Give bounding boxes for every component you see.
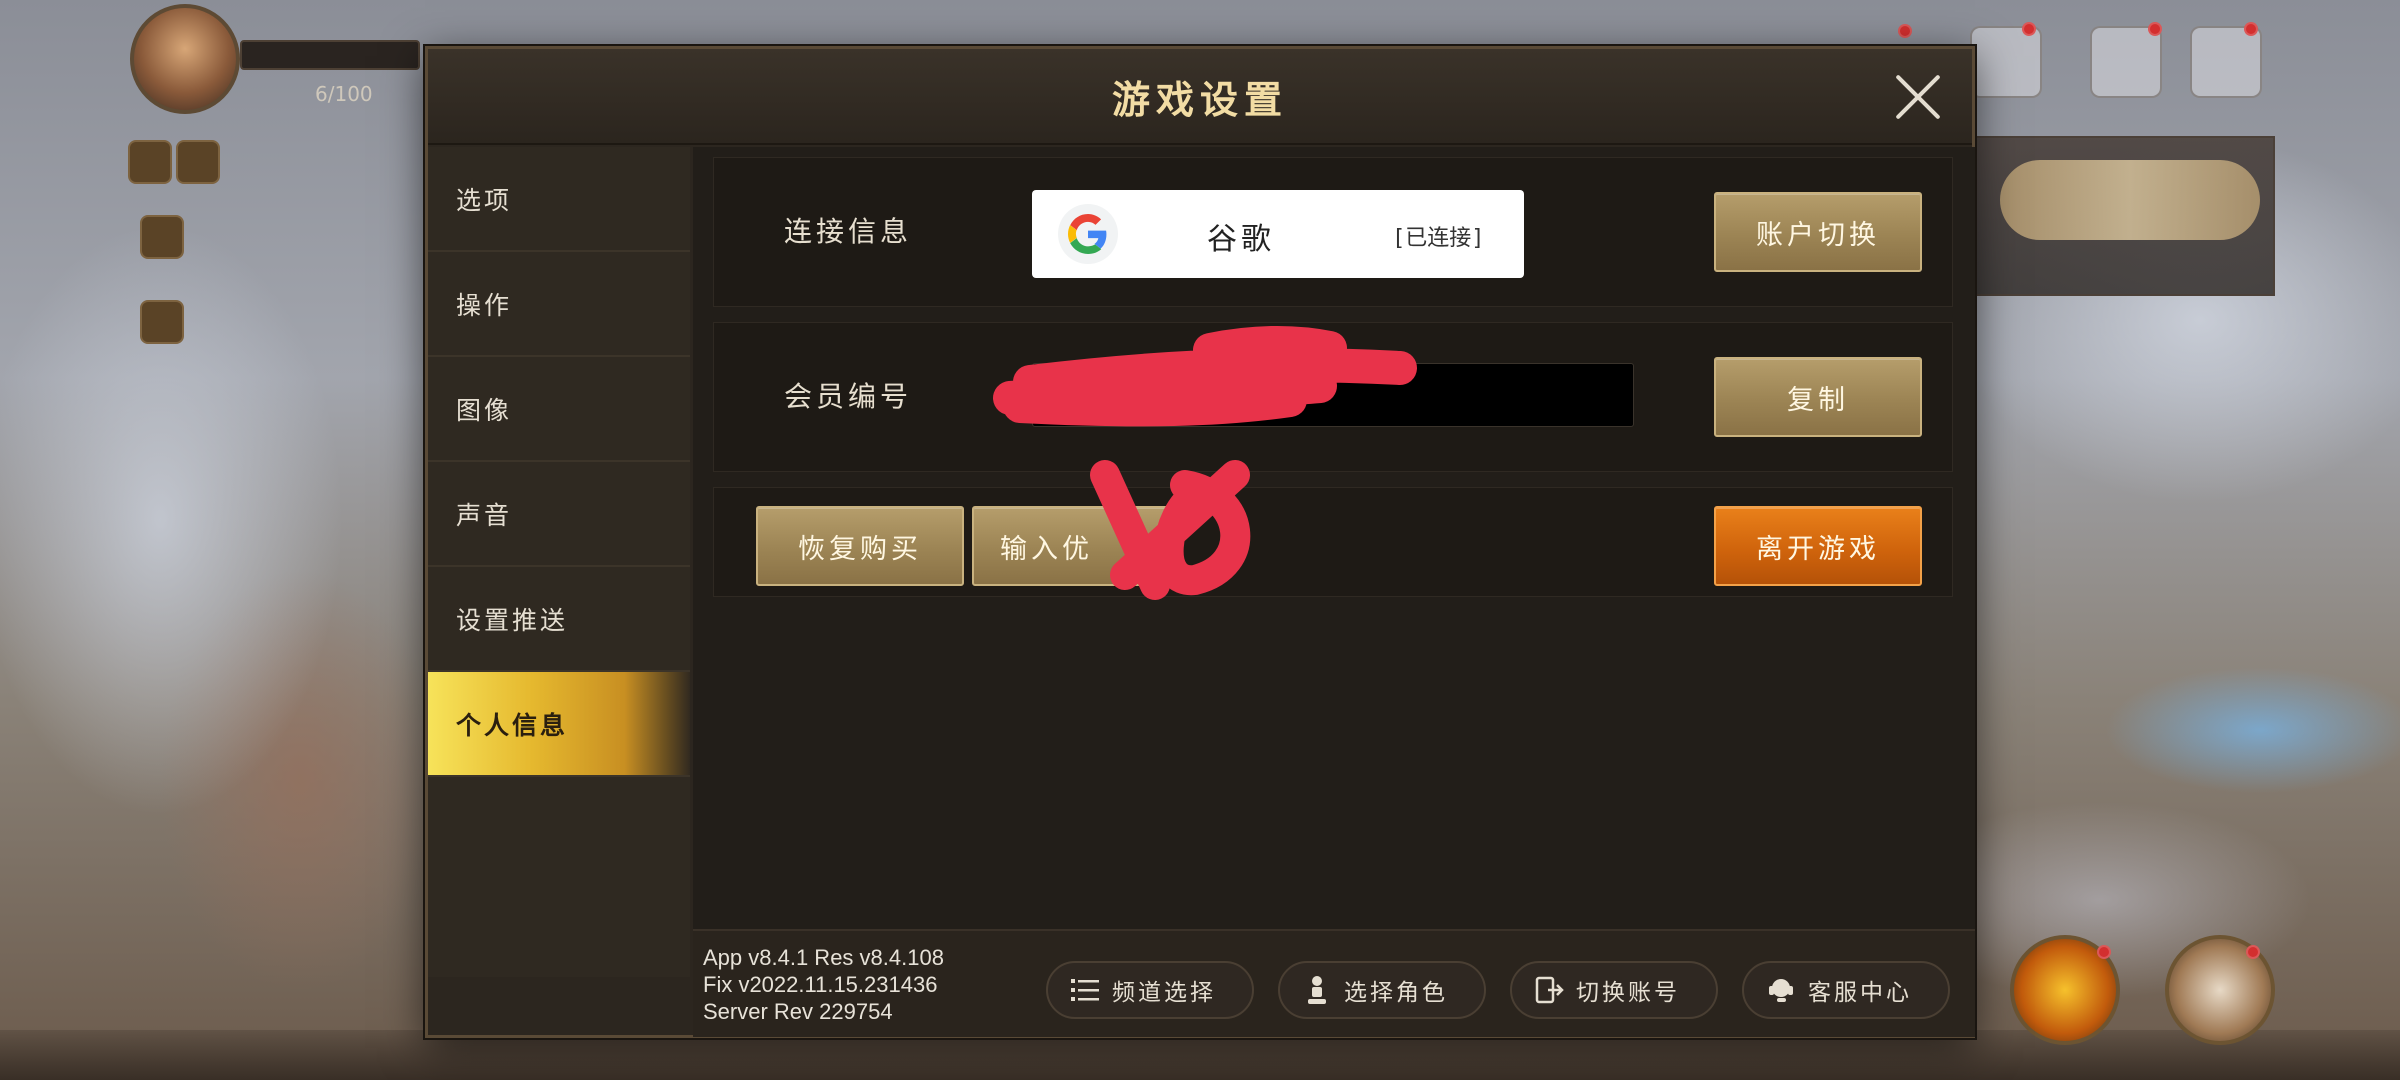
player-status-bar <box>240 40 420 70</box>
member-id-field <box>1032 363 1634 427</box>
notification-dot <box>2246 945 2260 959</box>
character-icon <box>1302 975 1332 1005</box>
fix-version-text: Fix v2022.11.15.231436 <box>703 972 938 997</box>
settings-sidebar: 选项 操作 图像 声音 设置推送 个人信息 <box>428 147 690 977</box>
notification-dot <box>2148 22 2162 36</box>
notification-dot <box>2244 22 2258 36</box>
google-provider-name: 谷歌 <box>1207 222 1275 257</box>
google-account-card: 谷歌 [已连接] <box>1032 190 1524 278</box>
sidebar-item-label: 声音 <box>456 500 513 530</box>
settings-content: 连接信息 谷歌 [已连接] 账户切换 会员编号 复制 恢复购买 输入优 离开游戏 <box>693 147 1975 977</box>
app-version-text: App v8.4.1 Res v8.4.108 <box>703 945 944 970</box>
connection-status: [已连接] <box>1392 226 1485 251</box>
close-button[interactable] <box>1892 71 1944 123</box>
dialog-title: 游戏设置 <box>1111 77 1288 122</box>
notification-dot <box>1898 24 1912 38</box>
quest-scroll-icon[interactable] <box>140 215 184 259</box>
sidebar-item-personal-info[interactable]: 个人信息 <box>428 672 690 777</box>
sidebar-item-graphics[interactable]: 图像 <box>428 357 690 462</box>
skill-icon[interactable] <box>140 300 184 344</box>
connection-label: 连接信息 <box>784 215 913 248</box>
player-hp-text: 6/100 <box>315 82 373 106</box>
customer-service-button[interactable]: 客服中心 <box>1742 961 1950 1019</box>
dialog-header: 游戏设置 <box>428 49 1972 145</box>
sidebar-item-label: 设置推送 <box>456 605 569 635</box>
pill-label: 客服中心 <box>1808 980 1912 1006</box>
switch-account-pill-button[interactable]: 切换账号 <box>1510 961 1718 1019</box>
hud-menu-icon[interactable] <box>1970 26 2042 98</box>
list-icon <box>1070 975 1100 1005</box>
switch-account-icon <box>1534 975 1564 1005</box>
buff-icon <box>128 140 172 184</box>
notification-dot <box>2022 22 2036 36</box>
member-label: 会员编号 <box>784 380 913 413</box>
player-avatar[interactable] <box>130 4 240 114</box>
copy-button[interactable]: 复制 <box>1714 357 1922 437</box>
server-revision-text: Server Rev 229754 <box>703 999 893 1024</box>
mail-icon[interactable] <box>2090 26 2162 98</box>
switch-account-button[interactable]: 账户切换 <box>1714 192 1922 272</box>
pill-label: 频道选择 <box>1112 980 1216 1006</box>
settings-footer: App v8.4.1 Res v8.4.108 Fix v2022.11.15.… <box>693 929 1975 1037</box>
sidebar-item-label: 个人信息 <box>456 710 569 740</box>
sidebar-item-push-settings[interactable]: 设置推送 <box>428 567 690 672</box>
sidebar-item-sound[interactable]: 声音 <box>428 462 690 567</box>
actions-row: 恢复购买 输入优 离开游戏 <box>713 487 1953 597</box>
restore-purchase-button[interactable]: 恢复购买 <box>756 506 964 586</box>
channel-select-button[interactable]: 频道选择 <box>1046 961 1254 1019</box>
enter-coupon-button[interactable]: 输入优 <box>972 506 1180 586</box>
connection-row: 连接信息 谷歌 [已连接] 账户切换 <box>713 157 1953 307</box>
sidebar-item-label: 操作 <box>456 290 513 320</box>
sidebar-item-options[interactable]: 选项 <box>428 147 690 252</box>
sidebar-item-controls[interactable]: 操作 <box>428 252 690 357</box>
leave-game-button[interactable]: 离开游戏 <box>1714 506 1922 586</box>
member-row: 会员编号 复制 <box>713 322 1953 472</box>
sidebar-item-label: 选项 <box>456 185 513 215</box>
pill-label: 选择角色 <box>1344 980 1448 1006</box>
character-select-button[interactable]: 选择角色 <box>1278 961 1486 1019</box>
minimap-route <box>2000 160 2260 240</box>
buff-icon <box>176 140 220 184</box>
notification-dot <box>2097 945 2111 959</box>
game-settings-dialog: 游戏设置 选项 操作 图像 声音 设置推送 个人信息 连接信息 谷歌 [已连接]… <box>425 46 1975 1038</box>
hamburger-menu-icon[interactable] <box>2190 26 2262 98</box>
google-icon <box>1058 204 1118 264</box>
pill-label: 切换账号 <box>1576 980 1680 1006</box>
support-icon <box>1766 975 1796 1005</box>
sidebar-item-label: 图像 <box>456 395 513 425</box>
